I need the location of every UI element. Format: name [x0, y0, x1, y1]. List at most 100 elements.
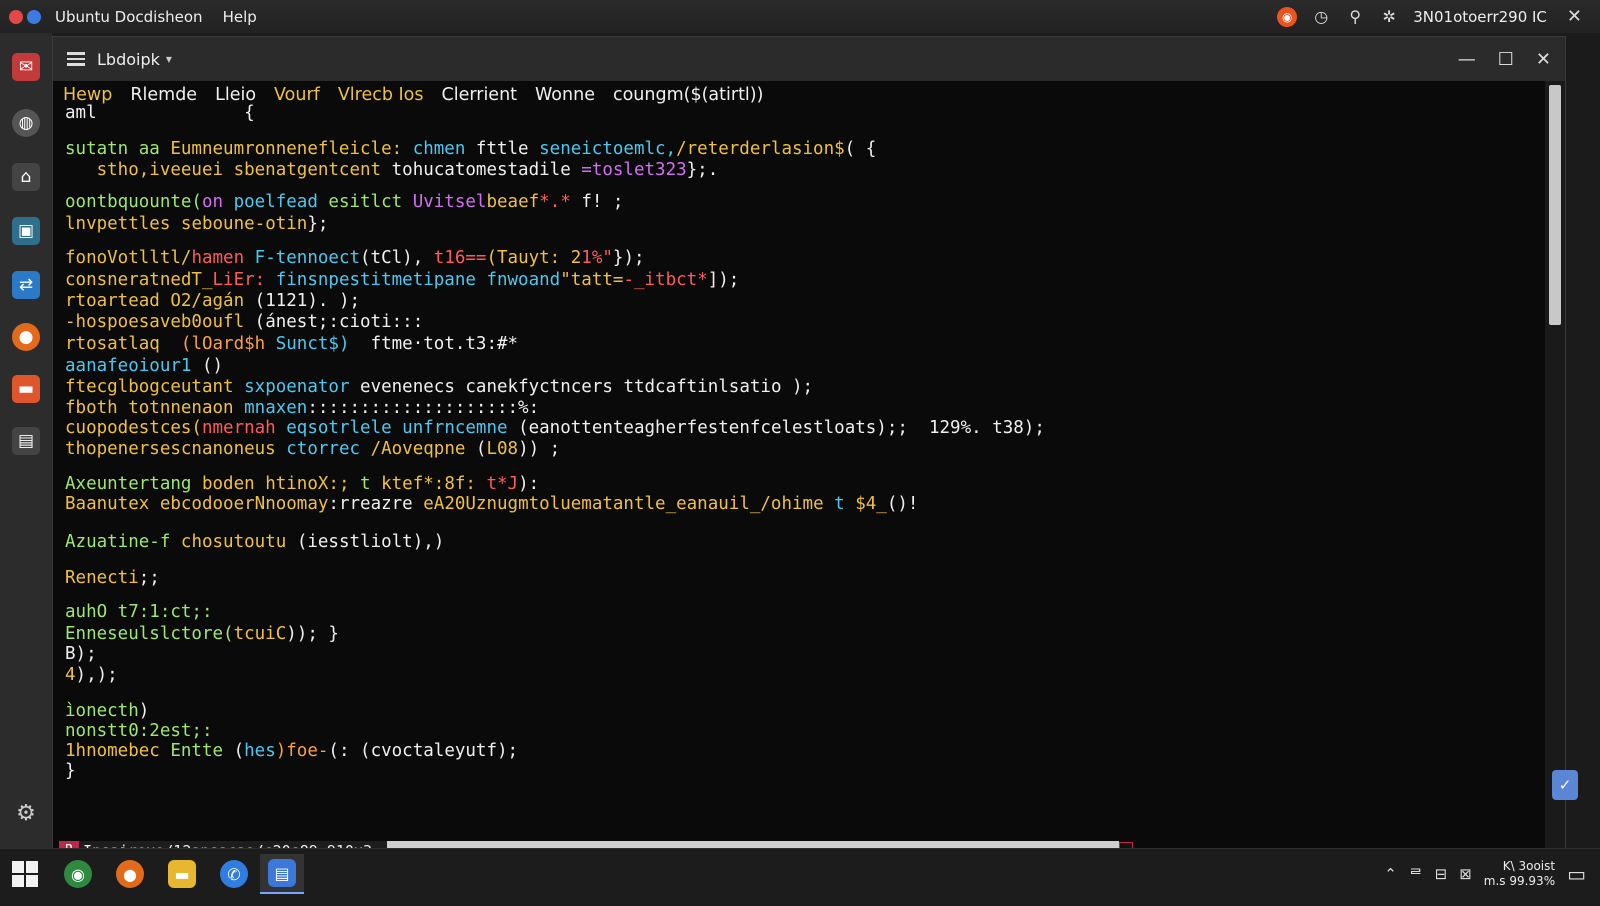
terminal-line: consneratnedT_LiEr: finsnpestitmetipane …: [65, 270, 739, 291]
ubuntu-icon[interactable]: ◉: [1277, 6, 1298, 27]
code-token: t*J: [486, 474, 519, 494]
taskbar-folder-icon[interactable]: ▬: [160, 854, 204, 894]
dock-app-office-icon[interactable]: ▬: [12, 375, 40, 403]
code-token: poelfead: [233, 192, 329, 212]
security-shield-icon[interactable]: ✓: [1552, 770, 1578, 800]
code-token: finsnpestitmetipane: [275, 270, 487, 290]
terminal-line: }: [65, 761, 76, 782]
system-clock[interactable]: 3N01otoerr290 IC: [1413, 8, 1547, 26]
code-token: B);: [65, 644, 97, 664]
help-menu[interactable]: Help: [223, 8, 257, 26]
dock-settings-gear-icon[interactable]: ⚙: [12, 799, 40, 827]
terminal-menu-item[interactable]: coungm($(atirtl)): [613, 85, 763, 106]
code-token: eqsotrlele: [286, 418, 403, 438]
scrollbar-thumb[interactable]: [1549, 85, 1561, 325]
system-tray: ◉ ◷ ⚲ ✲ 3N01otoerr290 IC ✕: [1277, 0, 1582, 33]
hamburger-menu-icon[interactable]: [67, 52, 85, 66]
clock-icon[interactable]: ◷: [1311, 7, 1331, 27]
dock-app-home-icon[interactable]: ⌂: [12, 163, 40, 191]
window-titlebar[interactable]: Lbdoipk ▾ — ☐ ✕: [53, 37, 1565, 81]
code-token: F-tennoect: [254, 248, 361, 268]
terminal-line: aanafeoiour1 (): [65, 356, 223, 377]
scrollbar[interactable]: [1545, 81, 1565, 849]
left-dock: ✉ ◍ ⌂ ▣ ⇄ ● ▬ ▤ ⚙: [0, 33, 52, 848]
code-token: (): [201, 356, 224, 376]
network-icon[interactable]: ⊟: [1435, 865, 1448, 883]
code-token: (: [233, 741, 245, 761]
volume-icon[interactable]: ⊠: [1459, 865, 1472, 883]
dock-app-editor-icon[interactable]: ▣: [12, 217, 40, 245]
code-token: ( {: [844, 139, 877, 159]
terminal-menu-item[interactable]: Vlrecb Ios: [338, 85, 424, 106]
terminal-line: cuopodestces(nmernah eqsotrlele unfrncem…: [65, 418, 1045, 439]
app-menu[interactable]: Ubuntu Docdisheon: [55, 8, 203, 26]
code-token: Azuatine-f: [65, 532, 181, 552]
code-token: ),);: [75, 665, 118, 685]
minimize-icon[interactable]: —: [1458, 49, 1476, 70]
code-token: sxpoenator: [244, 377, 361, 397]
code-token: (Tauyt: 2: [486, 248, 582, 268]
taskbar-editor-icon[interactable]: ▤: [260, 854, 304, 894]
close-icon[interactable]: ✕: [1536, 49, 1551, 70]
code-token: 1hnomebec: [65, 741, 171, 761]
code-token: htinoX:;: [265, 474, 361, 494]
red-dot-icon[interactable]: [9, 9, 23, 24]
code-token: aml {: [65, 103, 255, 123]
code-token: t: [360, 474, 382, 494]
blue-dot-icon[interactable]: [27, 9, 41, 24]
terminal-line: oontbquounte(on poelfead esitlct Uvitsel…: [65, 192, 623, 213]
chevron-down-icon[interactable]: ▾: [166, 52, 172, 66]
terminal-line: Baanutex ebcodooerNnoomay:rreazre eA20Uz…: [65, 494, 918, 515]
start-button-windows-icon[interactable]: [12, 861, 38, 887]
terminal-line: rtosatlaq (lOard$h Sunct$) ftme·tot.t3:#…: [65, 334, 518, 355]
code-token: Renecti: [65, 568, 139, 588]
taskbar-clock-time: K\ 3ooist: [1502, 859, 1556, 873]
taskbar-clock-date: m.s 99.93%: [1483, 874, 1556, 888]
code-token: Nnoomay: [254, 494, 329, 514]
gear-icon[interactable]: ✲: [1379, 7, 1399, 27]
code-token: esitlct: [328, 192, 413, 212]
code-token: :rreazre: [328, 494, 424, 514]
maximize-icon[interactable]: ☐: [1498, 49, 1514, 70]
code-token: oontbquounte(: [65, 192, 202, 212]
dock-app-files-icon[interactable]: ▤: [12, 427, 40, 455]
system-top-bar: Ubuntu Docdisheon Help ◉ ◷ ⚲ ✲ 3N01otoer…: [0, 0, 1600, 33]
dock-app-mail-icon[interactable]: ✉: [12, 53, 40, 81]
code-token: unfrncemne: [402, 418, 519, 438]
terminal-line: thopenersescnanoneus ctorrec /Aoveqpne (…: [65, 439, 560, 460]
chevron-up-icon[interactable]: ⌃: [1384, 865, 1397, 883]
taskbar-firefox-icon[interactable]: ●: [108, 854, 152, 894]
code-token: boden: [201, 474, 266, 494]
code-token: rtoartead: [65, 291, 171, 311]
code-token: eA20Uznugmtoluematantle_eanauil_/ohime: [423, 494, 835, 514]
dock-app-browser-icon[interactable]: ◍: [12, 109, 40, 137]
terminal-menu-item[interactable]: Wonne: [535, 85, 595, 106]
terminal-line: -hospoesaveb0oufl (ánest;:cioti:::: [65, 312, 423, 333]
code-token: ::::::::::::::::::::%:: [307, 398, 540, 418]
window-title[interactable]: Lbdoipk: [97, 50, 160, 69]
terminal-line: rtoartead O2/agán (1121). );: [65, 291, 360, 312]
taskbar-clock[interactable]: K\ 3ooist m.s 99.93%: [1484, 859, 1555, 889]
close-icon[interactable]: ✕: [1567, 6, 1582, 27]
code-token: hes: [244, 741, 276, 761]
taskbar-chrome-icon[interactable]: ◉: [56, 854, 100, 894]
dock-app-firefox-icon[interactable]: ●: [12, 323, 40, 351]
search-icon[interactable]: ⚲: [1345, 7, 1365, 27]
terminal-line: 4),);: [65, 665, 118, 686]
code-token: (1121). );: [254, 291, 361, 311]
dock-app-share-icon[interactable]: ⇄: [12, 271, 40, 299]
notification-icon[interactable]: ▭: [1567, 862, 1586, 886]
code-token: sutatn aa: [65, 139, 171, 159]
code-token: (tCl),: [360, 248, 434, 268]
language-icon[interactable]: ᄅ: [1409, 864, 1423, 885]
terminal-menu-item[interactable]: Vourf: [274, 85, 320, 106]
terminal-menu-item[interactable]: Clerrient: [442, 85, 518, 106]
terminal-content[interactable]: Hewp Rlemde Lleio Vourf Vlrecb Ios Clerrient W…: [53, 81, 1547, 861]
code-token: (: (cvoctaleyutf);: [328, 741, 519, 761]
taskbar-phone-icon[interactable]: ✆: [212, 854, 256, 894]
taskbar-tray: ⌃ ᄅ ⊟ ⊠ K\ 3ooist m.s 99.93% ▭: [1384, 849, 1586, 899]
code-token: nonstt0:2est;:: [65, 721, 213, 741]
terminal-line: Azuatine-f chosutoutu (iesstliolt),): [65, 532, 444, 553]
code-token: /reterderlasion$: [676, 139, 845, 159]
code-token: )foe-: [275, 741, 329, 761]
